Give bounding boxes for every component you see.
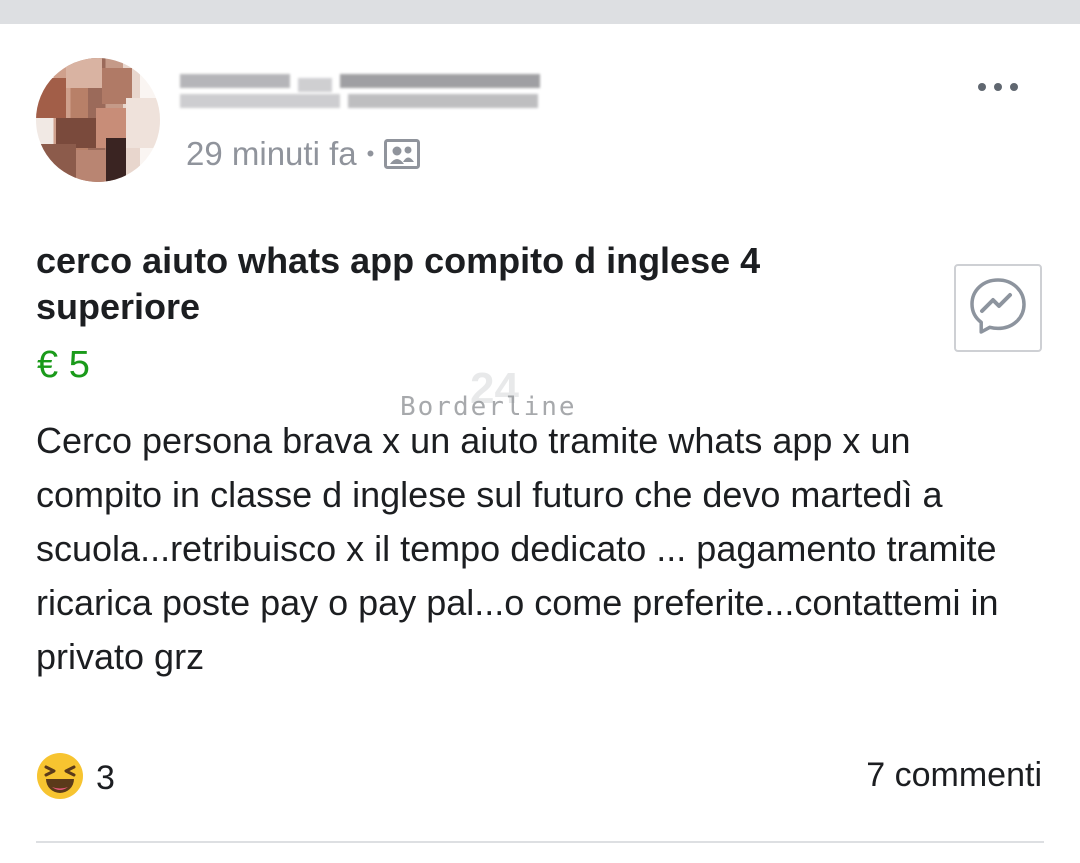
reaction-count: 3	[96, 759, 115, 797]
divider	[36, 841, 1044, 843]
post-meta: 29 minuti fa •	[186, 135, 421, 173]
messenger-icon	[967, 275, 1029, 342]
more-options-icon[interactable]	[968, 72, 1028, 102]
group-audience-icon	[384, 139, 421, 169]
price: € 5	[37, 344, 90, 386]
author-name-blurred[interactable]	[178, 72, 578, 114]
laughing-emoji-icon	[36, 752, 84, 805]
meta-separator: •	[366, 141, 375, 166]
post-title: cerco aiuto whats app compito d inglese …	[36, 240, 761, 327]
post-body: Cerco persona brava x un aiuto tramite w…	[36, 420, 999, 677]
top-gray-bar	[0, 0, 1080, 24]
reactions-summary[interactable]: 3	[36, 752, 115, 805]
comments-count[interactable]: 7 commenti	[866, 756, 1042, 795]
timestamp[interactable]: 29 minuti fa	[186, 135, 357, 173]
messenger-button[interactable]	[954, 264, 1042, 352]
avatar[interactable]	[36, 58, 160, 182]
